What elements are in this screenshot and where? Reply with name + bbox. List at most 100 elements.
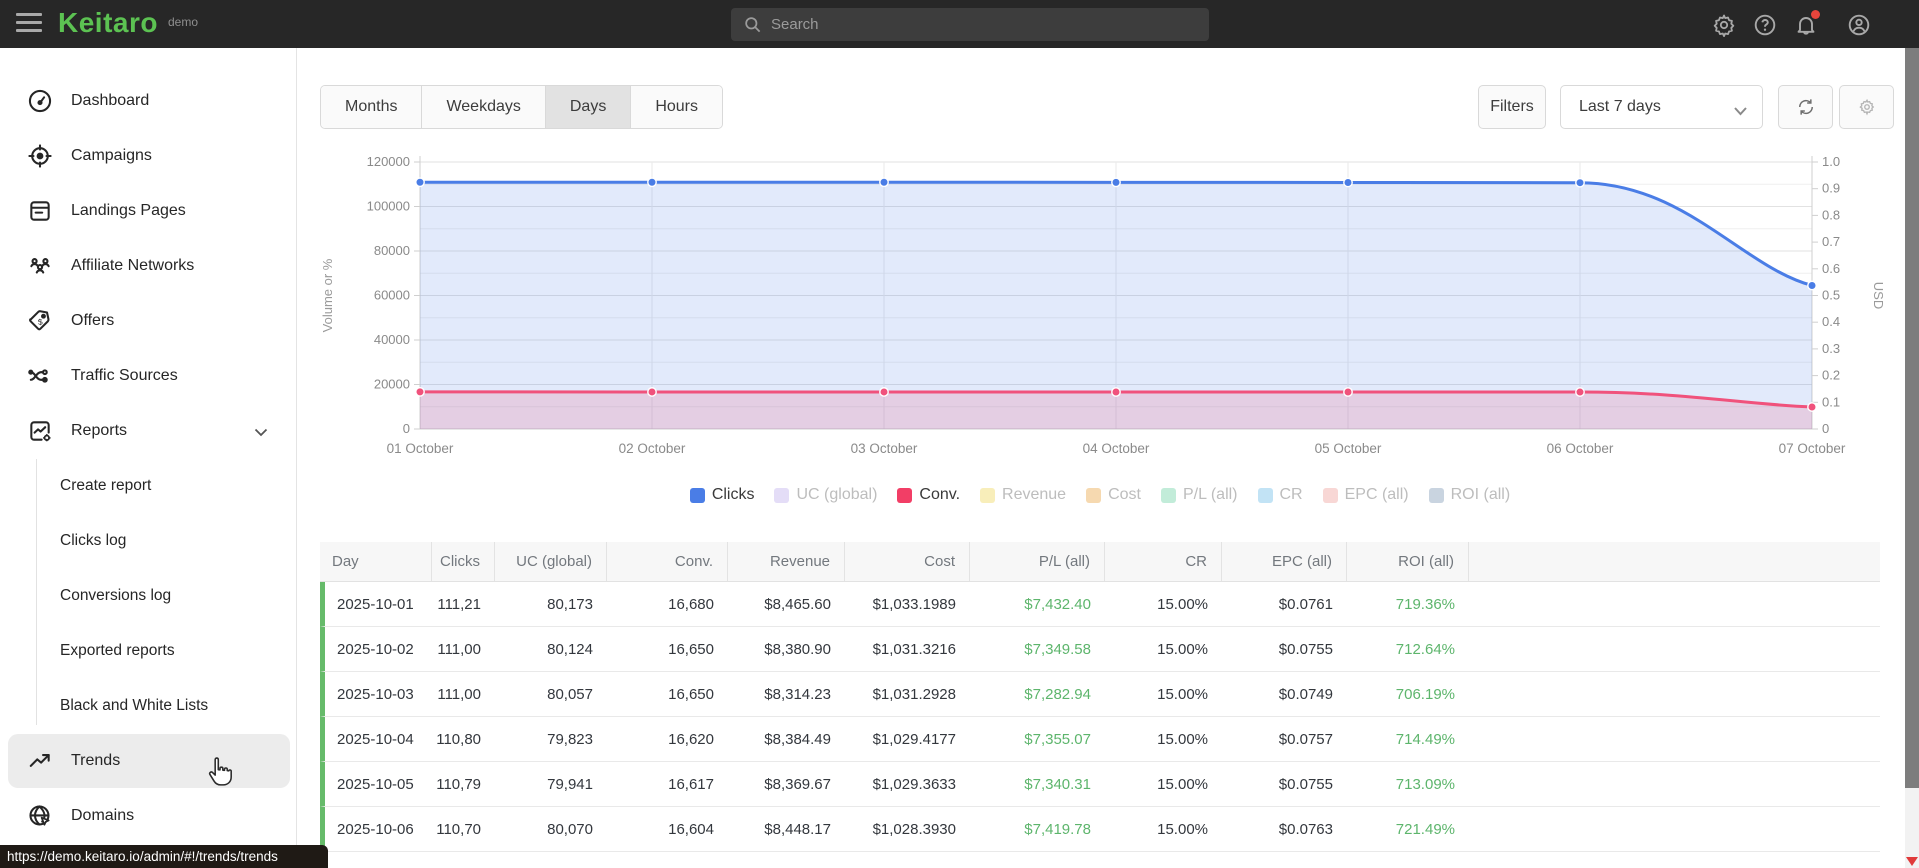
legend-item-conv-[interactable]: Conv. [897, 486, 960, 504]
cell-conv-: 9,648 [607, 852, 728, 868]
cell-clicks: 110,79 [436, 775, 481, 793]
legend-item-roi-all-[interactable]: ROI (all) [1428, 486, 1510, 504]
trends-table: Day Clicks UC (global) Conv. Revenue Cost P/L … [320, 542, 1880, 868]
svg-text:1.0: 1.0 [1822, 154, 1840, 169]
cell-roi-all-: 564.79% [1347, 852, 1469, 868]
legend-swatch [1322, 487, 1338, 503]
column-header-conv-: Conv. [607, 542, 728, 581]
sidebar-item-landings-pages[interactable]: Landings Pages [8, 184, 290, 238]
scroll-corner-marker [1906, 857, 1918, 866]
sidebar-item-traffic-sources[interactable]: Traffic Sources [8, 349, 290, 403]
cell-revenue: $8,448.17 [764, 820, 831, 838]
legend-item-p-l-all-[interactable]: P/L (all) [1160, 486, 1238, 504]
help-icon[interactable] [1753, 13, 1777, 37]
cell-conv-: 16,620 [668, 730, 714, 748]
notifications-icon[interactable] [1794, 10, 1820, 37]
cell-roi-all-: 712.64% [1395, 640, 1455, 658]
cell-cost: $1,031.2928 [872, 685, 956, 703]
keitaro-app: { "topbar": { "logo": "Keitaro", "badge"… [0, 0, 1919, 868]
sidebar-item-domains[interactable]: Domains [8, 789, 290, 843]
legend-item-clicks[interactable]: Clicks [689, 486, 755, 504]
legend-item-cost[interactable]: Cost [1086, 486, 1141, 504]
menu-toggle-icon[interactable] [16, 13, 42, 35]
notification-dot [1811, 10, 1820, 19]
cell-day: 2025-10-01 [337, 595, 414, 613]
table-row-2025-10-02: 2025-10-02 111,00 80,124 16,650 $8,380.90 $1,… [320, 627, 1880, 672]
date-range-select[interactable]: Last 7 days [1560, 85, 1763, 129]
subitems-guide-line [36, 459, 37, 725]
gear-icon [1858, 98, 1874, 116]
cell-uc-global-: 80,173 [547, 595, 593, 613]
svg-text:0: 0 [1822, 421, 1829, 436]
column-header-uc-global-: UC (global) [495, 542, 607, 581]
tab-hours[interactable]: Hours [631, 86, 723, 128]
svg-text:$: $ [37, 317, 43, 327]
cell-clicks: 110,70 [436, 820, 481, 838]
sidebar-item-affiliate-networks[interactable]: Affiliate Networks [8, 239, 290, 293]
cell-cost: $1,028.3930 [872, 820, 956, 838]
tab-days[interactable]: Days [545, 86, 632, 128]
cell-uc-global-: 79,941 [547, 775, 593, 793]
sidebar-item-trends[interactable]: Trends [8, 734, 290, 788]
scrollbar-thumb[interactable] [1905, 48, 1919, 788]
cell-revenue: $8,380.90 [764, 640, 831, 658]
svg-text:0.5: 0.5 [1822, 288, 1840, 303]
sidebar-item-label: Offers [71, 312, 115, 329]
sidebar-item-reports[interactable]: Reports [8, 404, 290, 458]
sidebar-subitem-black-and-white-lists[interactable]: Black and White Lists [60, 679, 285, 733]
cell-day: 2025-10-07 [325, 852, 432, 868]
filters-button[interactable]: Filters [1478, 85, 1546, 129]
search-input[interactable] [771, 8, 1201, 41]
refresh-button[interactable] [1778, 85, 1833, 129]
sidebar-subitem-clicks-log[interactable]: Clicks log [60, 514, 285, 568]
legend-swatch [689, 487, 705, 503]
cell-revenue: $8,384.49 [764, 730, 831, 748]
cell-cost: $1,029.3633 [872, 775, 956, 793]
legend-item-revenue[interactable]: Revenue [980, 486, 1066, 504]
table-row-2025-10-01: 2025-10-01 111,21 80,173 16,680 $8,465.60 $1,… [320, 582, 1880, 627]
chart-legend: Clicks UC (global) Conv. Revenue Cost P/L (al… [320, 486, 1880, 504]
sidebar-subitem-create-report[interactable]: Create report [60, 459, 285, 513]
cell-conv-: 16,650 [668, 685, 714, 703]
cell-day: 2025-10-05 [337, 775, 414, 793]
legend-label: Clicks [711, 486, 755, 503]
legend-item-epc-all-[interactable]: EPC (all) [1322, 486, 1409, 504]
column-header-revenue: Revenue [728, 542, 845, 581]
chart-settings-button[interactable] [1839, 85, 1894, 129]
svg-text:40000: 40000 [374, 332, 410, 347]
svg-text:0.4: 0.4 [1822, 314, 1840, 329]
cell-clicks: 64,48 [432, 852, 495, 868]
legend-swatch [1428, 487, 1444, 503]
cell-conv-: 16,680 [668, 595, 714, 613]
keitaro-logo[interactable]: Keitaro [58, 7, 158, 39]
sidebar-item-dashboard[interactable]: Dashboard [8, 74, 290, 128]
sidebar-item-offers[interactable]: $ Offers [8, 294, 290, 348]
svg-text:06 October: 06 October [1547, 441, 1614, 456]
sidebar-item-label: Trends [71, 752, 121, 769]
cell-revenue: $8,369.67 [764, 775, 831, 793]
campaigns-icon [27, 143, 53, 169]
tab-months[interactable]: Months [321, 86, 423, 128]
svg-text:05 October: 05 October [1315, 441, 1382, 456]
tab-weekdays[interactable]: Weekdays [422, 86, 546, 128]
column-header-day: Day [320, 542, 432, 581]
cell-cr: 15.00% [1105, 852, 1222, 868]
settings-icon[interactable] [1712, 13, 1736, 37]
sidebar-item-label: Dashboard [71, 92, 150, 109]
chevron-down-icon[interactable] [254, 424, 268, 442]
legend-item-uc-global-[interactable]: UC (global) [774, 486, 877, 504]
sidebar-item-campaigns[interactable]: Campaigns [8, 129, 290, 183]
svg-text:Volume or %: Volume or % [320, 258, 335, 332]
legend-item-cr[interactable]: CR [1257, 486, 1303, 504]
cell-revenue: $4,903.04 [728, 852, 845, 868]
sidebar: Dashboard Campaigns Landings Pages Affiliat… [0, 48, 297, 868]
svg-text:0.9: 0.9 [1822, 181, 1840, 196]
topbar: Keitaro demo [0, 0, 1919, 48]
account-icon[interactable] [1847, 13, 1871, 37]
sidebar-subitem-exported-reports[interactable]: Exported reports [60, 624, 285, 678]
cell-epc-all-: $0.0755 [1278, 775, 1333, 793]
svg-text:USD: USD [1871, 282, 1885, 309]
sidebar-subitem-conversions-log[interactable]: Conversions log [60, 569, 285, 623]
cell-day: 2025-10-03 [337, 685, 414, 703]
sidebar-subitem-label: Black and White Lists [60, 697, 209, 714]
